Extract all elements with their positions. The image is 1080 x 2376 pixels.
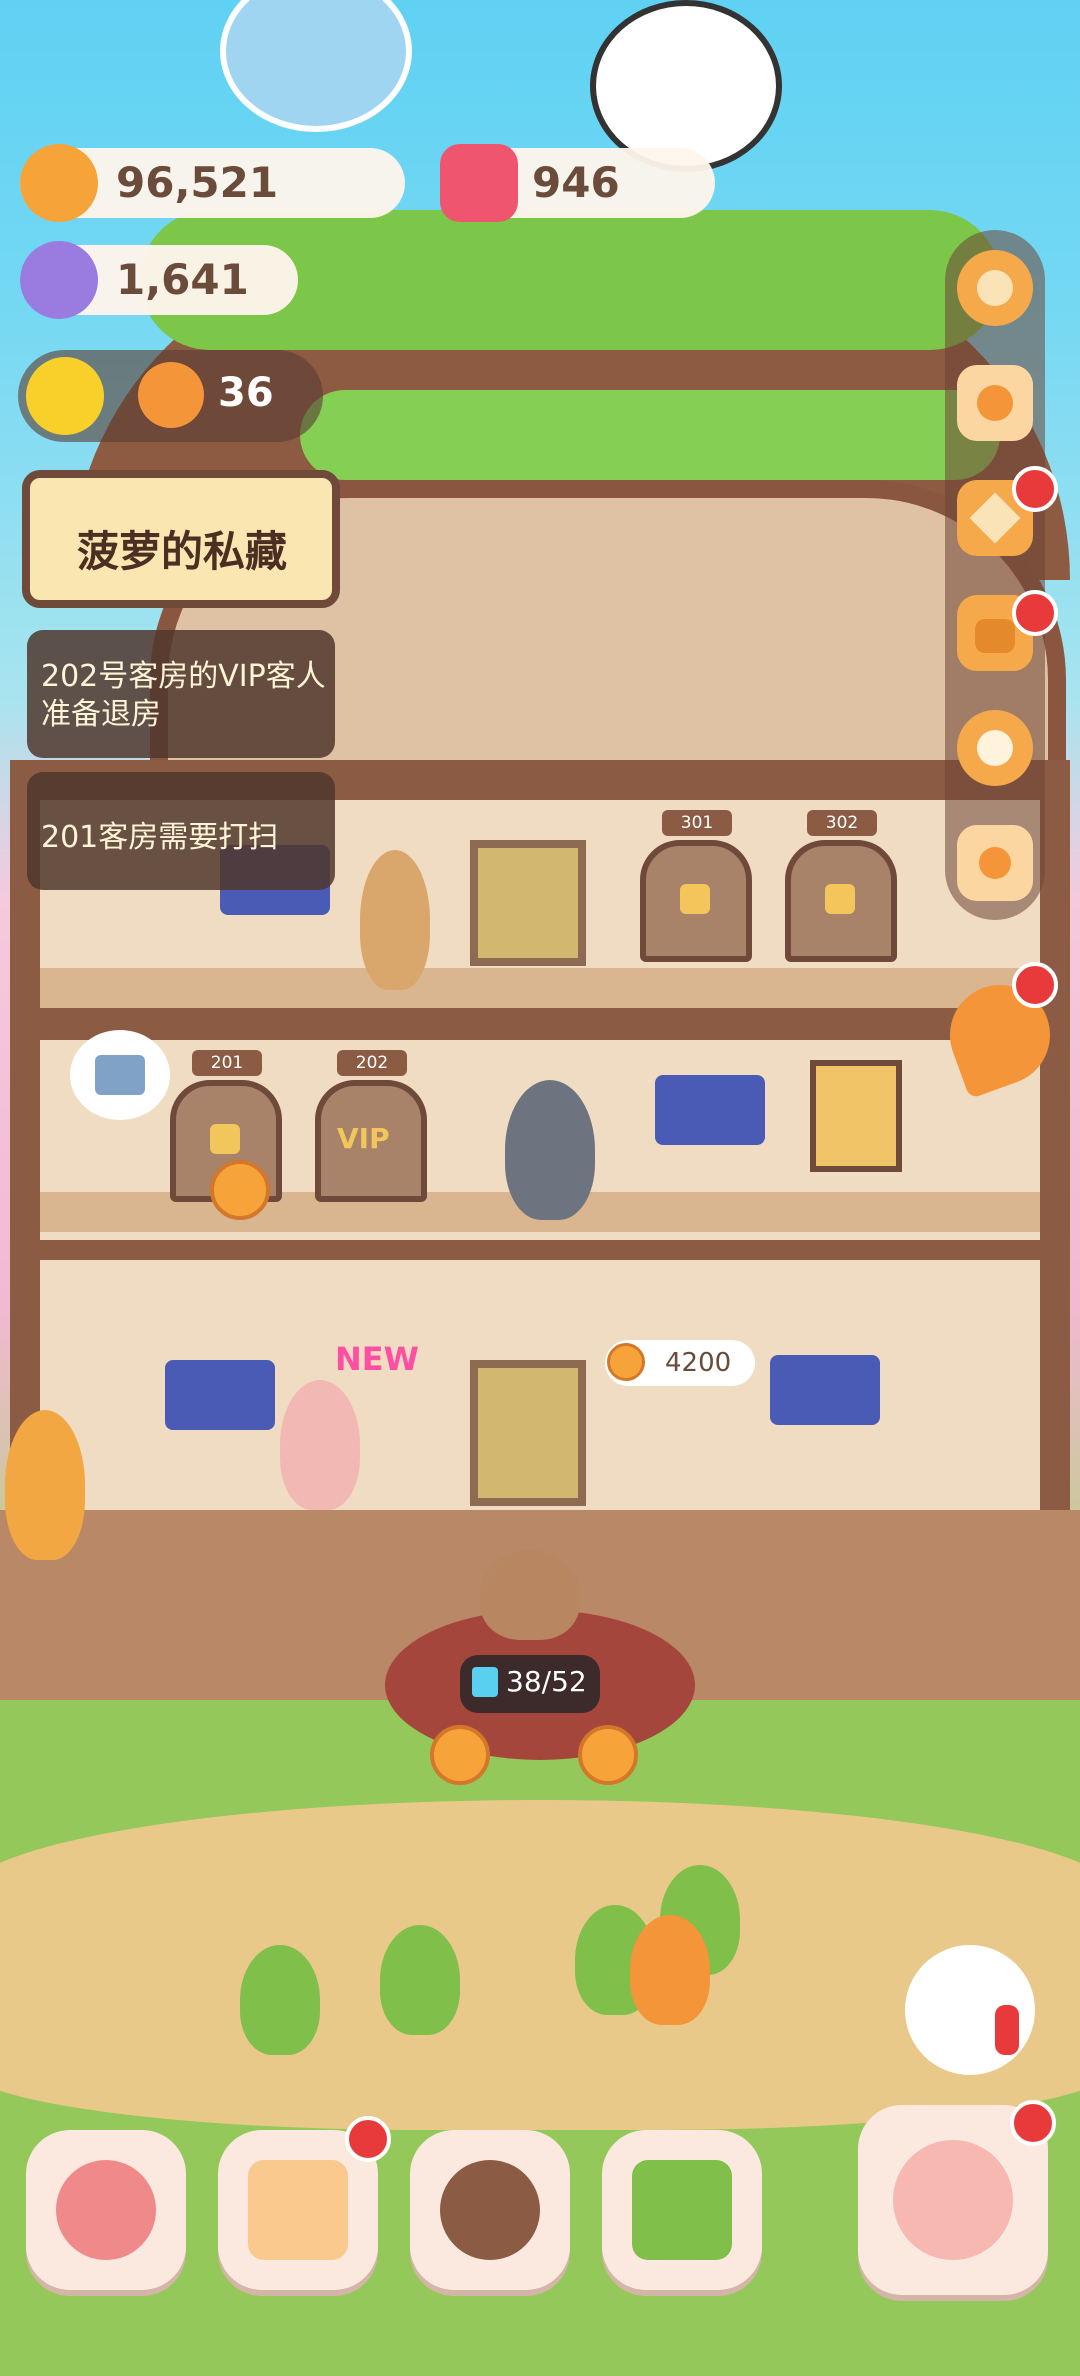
cookie-icon <box>607 1343 645 1381</box>
characters-icon <box>977 730 1013 766</box>
notification-dot <box>1012 962 1058 1008</box>
green-guest[interactable] <box>380 1925 460 2035</box>
room-number: 301 <box>662 810 732 836</box>
notification-dot <box>1012 466 1058 512</box>
curtain-room[interactable] <box>165 1360 275 1430</box>
heart-icon <box>680 884 710 914</box>
orange-guest[interactable] <box>630 1915 710 2025</box>
cookie-currency-icon <box>20 144 98 222</box>
event-banner-title: 菠萝的私藏 <box>76 527 287 576</box>
heart-icon <box>825 884 855 914</box>
guest-character[interactable] <box>360 850 430 990</box>
receptionist-character[interactable] <box>280 1380 360 1510</box>
room-door-301[interactable]: 301 <box>640 810 752 962</box>
character-speech-bubble[interactable] <box>905 1945 1035 2075</box>
task-notice[interactable]: 201客房需要打扫 <box>27 772 335 890</box>
helper-icon <box>138 362 204 428</box>
alarm-fish-icon <box>893 2140 1013 2260</box>
cookie-coin[interactable] <box>578 1725 638 1785</box>
task-notice[interactable]: 202号客房的VIP客人准备退房 <box>27 630 335 758</box>
cookie-coin[interactable] <box>210 1160 270 1220</box>
crystal-gem-icon <box>20 241 98 319</box>
stamp-card-button[interactable] <box>957 365 1033 441</box>
room-door-202[interactable]: 202 VIP <box>315 1050 427 1202</box>
candle-icon <box>440 144 518 222</box>
helper-count: 36 <box>218 370 274 416</box>
gem-counter[interactable]: 1,641 <box>20 241 298 319</box>
characters-button[interactable] <box>957 710 1033 786</box>
wrench-icon <box>95 1055 145 1095</box>
lightning-icon <box>472 1667 498 1697</box>
green-guest[interactable] <box>240 1945 320 2055</box>
price-value: 4200 <box>665 1348 732 1378</box>
notification-dot <box>345 2116 391 2162</box>
energy-counter[interactable]: 38/52 <box>460 1655 600 1713</box>
curtain-room[interactable] <box>655 1075 765 1145</box>
price-tag[interactable]: 4200 <box>605 1340 755 1386</box>
notebook-heart-icon <box>248 2160 348 2260</box>
cookie-count: 96,521 <box>116 158 279 207</box>
shop-stall-icon <box>632 2160 732 2260</box>
floor-3-deck <box>40 968 1040 1008</box>
dirt-path <box>0 1800 1080 2130</box>
recipes-button[interactable] <box>410 2130 570 2290</box>
heart-icon <box>210 1124 240 1154</box>
candle-count: 946 <box>532 158 620 207</box>
candle-counter[interactable]: 946 <box>440 144 715 222</box>
visitor-character[interactable] <box>5 1410 85 1560</box>
cookie-counter[interactable]: 96,521 <box>20 144 405 222</box>
task-text: 201客房需要打扫 <box>41 820 279 855</box>
panda-character[interactable] <box>590 0 782 172</box>
cookie-coin[interactable] <box>430 1725 490 1785</box>
star-gift-icon <box>969 492 1021 544</box>
build-menu-button[interactable] <box>26 2130 186 2290</box>
sun-icon <box>26 357 104 435</box>
room-number: 202 <box>337 1050 407 1076</box>
poodle-mascot[interactable] <box>480 1550 580 1640</box>
shop-button[interactable] <box>602 2130 762 2290</box>
camera-button[interactable] <box>957 825 1033 901</box>
husky-guard-character[interactable] <box>505 1080 595 1220</box>
room-door-302[interactable]: 302 <box>785 810 897 962</box>
stamp-card-icon <box>977 385 1013 421</box>
portrait-frame[interactable] <box>810 1060 902 1172</box>
camera-icon <box>979 847 1011 879</box>
mushroom-house-icon <box>56 2160 156 2260</box>
attic-leaves <box>300 390 1000 480</box>
elevator-lobby[interactable] <box>470 1360 586 1506</box>
elevator-floor-3[interactable] <box>470 840 586 966</box>
task-text: 202号客房的VIP客人准备退房 <box>41 659 326 732</box>
gear-icon <box>977 270 1013 306</box>
game-scene: 301 302 201 202 VIP NEW 4200 38/52 96,52… <box>0 0 1080 2376</box>
helper-counter[interactable]: 36 <box>18 350 323 442</box>
exclamation-icon <box>995 2005 1019 2055</box>
room-number: 201 <box>192 1050 262 1076</box>
side-menu <box>945 230 1045 920</box>
room-number: 302 <box>807 810 877 836</box>
event-banner[interactable]: 菠萝的私藏 <box>22 470 340 608</box>
gem-count: 1,641 <box>116 255 249 304</box>
vip-label: VIP <box>337 1122 390 1155</box>
cookie-portrait-icon <box>440 2160 540 2260</box>
settings-button[interactable] <box>957 250 1033 326</box>
curtain-room[interactable] <box>770 1355 880 1425</box>
backpack-icon <box>975 619 1015 653</box>
notification-dot <box>1012 590 1058 636</box>
hot-air-balloon <box>220 0 412 132</box>
new-sign[interactable]: NEW <box>335 1340 435 1400</box>
notification-dot <box>1010 2100 1056 2146</box>
energy-value: 38/52 <box>506 1665 587 1698</box>
new-label: NEW <box>335 1340 419 1378</box>
repair-bubble[interactable] <box>70 1030 170 1120</box>
